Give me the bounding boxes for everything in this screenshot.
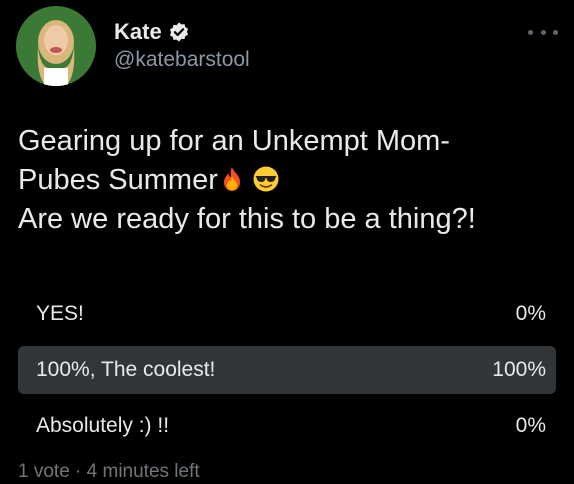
verified-badge-icon [169, 22, 188, 42]
fire-emoji-icon [223, 167, 240, 191]
display-name[interactable]: Kate [114, 18, 162, 46]
poll-choice: YES! 0% [18, 290, 556, 338]
avatar[interactable] [16, 6, 96, 86]
more-options-icon[interactable] [528, 26, 558, 38]
more-dot [528, 29, 533, 35]
more-dot [553, 29, 558, 35]
tweet-header: Kate @katebarstool [16, 6, 558, 86]
poll-choice-percent: 100% [492, 358, 546, 381]
poll: YES! 0% 100%, The coolest! 100% Absolute… [18, 290, 556, 458]
sunglasses-emoji-icon [253, 166, 279, 192]
tweet-line-1: Gearing up for an Unkempt Mom- [18, 125, 450, 157]
author-handle[interactable]: @katebarstool [114, 46, 250, 74]
poll-choice-label: YES! [36, 302, 84, 325]
more-dot [540, 29, 546, 35]
poll-choice-label: 100%, The coolest! [36, 358, 216, 381]
tweet-text: Gearing up for an Unkempt Mom- Pubes Sum… [18, 122, 558, 239]
tweet-line-2-text: Pubes Summer [18, 164, 218, 196]
poll-choice-percent: 0% [515, 414, 546, 437]
author-names: Kate @katebarstool [114, 18, 250, 74]
avatar-image [16, 6, 96, 86]
display-name-row: Kate [114, 18, 250, 46]
poll-choice-label: Absolutely :) !! [36, 414, 170, 437]
poll-choice-winner: 100%, The coolest! 100% [18, 346, 556, 394]
tweet-line-3: Are we ready for this to be a thing?! [18, 203, 476, 235]
tweet-line-2: Pubes Summer [18, 161, 558, 200]
poll-choice-percent: 0% [515, 302, 546, 325]
poll-meta: 1 vote · 4 minutes left [18, 461, 200, 482]
poll-choice: Absolutely :) !! 0% [18, 402, 556, 450]
